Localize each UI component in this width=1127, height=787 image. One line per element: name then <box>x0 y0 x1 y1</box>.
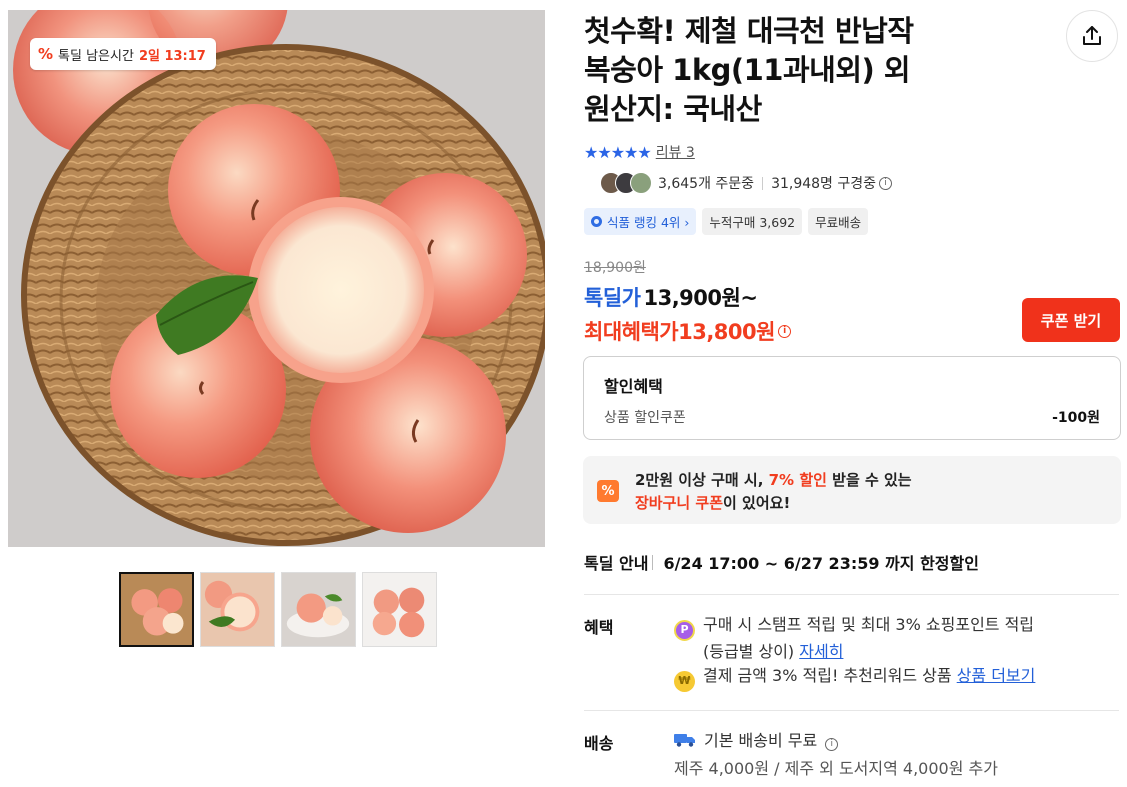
percent-coupon-icon: % <box>597 480 619 502</box>
deal-timer-badge: % 톡딜 남은시간 2일 13:17 <box>30 38 216 70</box>
cart-highlight: 7% 할인 <box>768 471 827 489</box>
deal-info-row: 톡딜 안내 6/24 17:00 ~ 6/27 23:59 까지 한정할인 <box>584 550 979 574</box>
deal-info-period: 6/24 17:00 ~ 6/27 23:59 까지 한정할인 <box>663 554 979 573</box>
won-coin-icon: ₩ <box>674 670 695 692</box>
thumbnail-strip <box>119 572 437 647</box>
product-title-line-1: 첫수확! 제철 대극천 반납작 <box>584 14 914 48</box>
discount-item-label: 상품 할인쿠폰 <box>604 410 686 426</box>
percent-icon: % <box>38 45 54 63</box>
shipping-basic: 기본 배송비 무료 i <box>674 730 839 752</box>
ranking-chip[interactable]: 식품 랭킹 4위 › <box>584 208 697 235</box>
cumulative-purchase-chip: 누적구매 3,692 <box>702 208 803 235</box>
benefit-text: 구매 시 스탬프 적립 및 최대 3% 쇼핑포인트 적립 <box>703 615 1035 634</box>
divider <box>584 594 1119 595</box>
get-coupon-button[interactable]: 쿠폰 받기 <box>1022 298 1120 342</box>
benefit-text: 결제 금액 3% 적립! 추천리워드 상품 <box>703 666 957 685</box>
benefit-text: (등급별 상이) <box>703 641 800 661</box>
point-icon: P <box>674 619 695 641</box>
discount-title: 할인혜택 <box>604 377 663 396</box>
order-count: 3,645개 주문중 <box>658 176 755 192</box>
cart-text: 받을 수 있는 <box>826 471 912 489</box>
more-products-link[interactable]: 상품 더보기 <box>957 666 1036 685</box>
details-link[interactable]: 자세히 <box>799 642 843 661</box>
shipping-basic-text: 기본 배송비 무료 <box>704 731 818 750</box>
original-price: 18,900원 <box>584 260 646 276</box>
product-main-image[interactable]: % 톡딜 남은시간 2일 13:17 <box>8 10 545 547</box>
thumbnail-3[interactable] <box>281 572 356 647</box>
max-benefit-row: 최대혜택가 13,800원 i <box>584 316 791 346</box>
product-title-line-3: 원산지: 국내산 <box>584 92 762 126</box>
product-title-line-2: 복숭아 1kg(11과내외) 외 <box>584 53 911 87</box>
star-rating: ★★★★★ <box>584 142 652 162</box>
deal-price-label: 톡딜가 <box>584 286 641 310</box>
shipping-label: 배송 <box>584 734 614 753</box>
rating-row: ★★★★★ 리뷰 3 <box>584 142 695 162</box>
thumbnail-4[interactable] <box>362 572 437 647</box>
thumbnail-2[interactable] <box>200 572 275 647</box>
deal-price: 13,900원~ <box>643 286 758 310</box>
cart-highlight: 장바구니 쿠폰 <box>635 494 724 512</box>
review-link[interactable]: 리뷰 3 <box>656 142 695 162</box>
cart-text: 2만원 이상 구매 시, <box>635 471 769 489</box>
free-shipping-chip: 무료배송 <box>808 208 869 235</box>
info-icon[interactable]: i <box>825 737 839 751</box>
benefit-item-reward: ₩ 결제 금액 3% 적립! 추천리워드 상품 상품 더보기 <box>674 665 1035 692</box>
badge-chips: 식품 랭킹 4위 › 누적구매 3,692 무료배송 <box>584 208 869 235</box>
cart-coupon-line-1: 2만원 이상 구매 시, 7% 할인 받을 수 있는 <box>635 469 912 490</box>
cart-text: 이 있어요! <box>723 494 791 512</box>
ranking-icon <box>591 216 602 227</box>
truck-icon <box>674 734 695 747</box>
cart-coupon-line-2: 장바구니 쿠폰이 있어요! <box>635 492 790 513</box>
info-icon[interactable]: i <box>777 324 791 338</box>
share-button[interactable] <box>1066 10 1118 62</box>
deal-info-label: 톡딜 안내 <box>584 554 649 573</box>
viewer-count: 31,948명 구경중 <box>771 176 877 192</box>
deal-price-row: 톡딜가 13,900원~ <box>584 282 758 312</box>
benefit-item-stamp: P 구매 시 스탬프 적립 및 최대 3% 쇼핑포인트 적립 (등급별 상이) 자… <box>674 614 1034 663</box>
activity-stats: 3,645개 주문중 31,948명 구경중 i <box>600 172 893 194</box>
thumbnail-1[interactable] <box>119 572 194 647</box>
product-title: 첫수확! 제철 대극천 반납작 복숭아 1kg(11과내외) 외 원산지: 국내… <box>584 12 1014 129</box>
max-benefit-label: 최대혜택가 <box>584 320 679 344</box>
divider <box>762 176 764 190</box>
timer-label: 톡딜 남은시간 <box>58 48 134 64</box>
max-benefit-price: 13,800원 <box>678 320 775 344</box>
avatar <box>630 172 652 194</box>
benefits-label: 혜택 <box>584 618 614 637</box>
cart-coupon-banner[interactable]: % 2만원 이상 구매 시, 7% 할인 받을 수 있는 장바구니 쿠폰이 있어… <box>583 456 1121 524</box>
timer-value: 2일 13:17 <box>138 48 206 64</box>
divider <box>584 710 1119 711</box>
share-icon <box>1083 26 1101 45</box>
peach-basket-illustration <box>8 10 545 547</box>
buyer-avatars <box>600 172 652 194</box>
ranking-chip-label: 식품 랭킹 4위 › <box>607 215 690 230</box>
divider <box>652 554 654 570</box>
discount-item-value: -100원 <box>1052 410 1100 426</box>
discount-benefit-box: 할인혜택 상품 할인쿠폰 -100원 <box>583 356 1121 440</box>
shipping-extra: 제주 4,000원 / 제주 외 도서지역 4,000원 추가 <box>674 759 998 778</box>
info-icon[interactable]: i <box>879 176 893 190</box>
